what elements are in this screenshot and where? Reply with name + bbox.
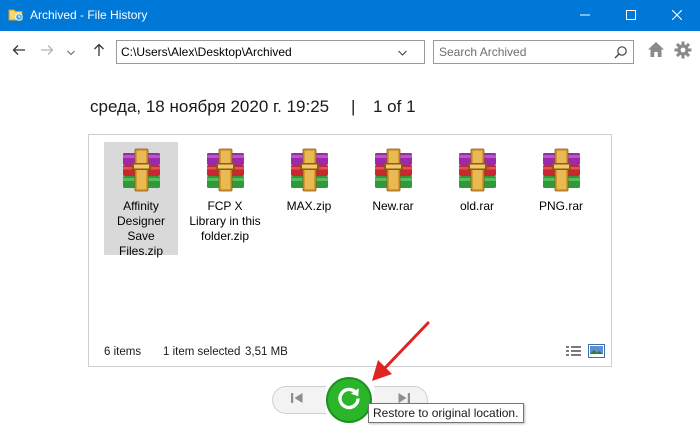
file-name: New.rar <box>372 199 414 213</box>
home-button[interactable] <box>645 41 667 63</box>
maximize-icon <box>626 7 636 25</box>
file-name: old.rar <box>459 199 494 213</box>
file-item[interactable]: old.rar <box>440 142 514 255</box>
forward-button[interactable] <box>34 40 60 64</box>
address-path[interactable]: C:\Users\Alex\Desktop\Archived <box>121 45 292 60</box>
search-box[interactable] <box>433 40 634 64</box>
winrar-archive-icon <box>119 148 164 192</box>
header-separator: | <box>351 97 356 116</box>
arrow-right-icon <box>40 43 54 61</box>
maximize-button[interactable] <box>608 0 654 31</box>
file-item[interactable]: FCP X Library in this folder.zip <box>188 142 262 255</box>
item-count: 6 items <box>104 346 142 358</box>
file-history-icon <box>8 7 24 23</box>
up-button[interactable] <box>86 40 112 64</box>
large-icons-view-icon[interactable] <box>588 344 605 358</box>
restore-icon <box>334 383 364 418</box>
gear-icon <box>674 41 692 64</box>
search-input[interactable] <box>439 44 609 60</box>
address-dropdown-button[interactable] <box>394 41 410 63</box>
file-name: Affinity Designer Save Files.zip <box>116 199 166 258</box>
recent-locations-button[interactable] <box>60 40 82 64</box>
close-button[interactable] <box>654 0 700 31</box>
winrar-archive-icon <box>371 148 416 192</box>
file-name: PNG.rar <box>538 199 583 213</box>
file-item[interactable]: MAX.zip <box>272 142 346 255</box>
minimize-button[interactable] <box>562 0 608 31</box>
selection-count: 1 item selected <box>163 346 241 358</box>
file-list-pane[interactable]: Affinity Designer Save Files.zip FCP X L… <box>88 134 612 367</box>
winrar-archive-icon <box>455 148 500 192</box>
file-item[interactable]: Affinity Designer Save Files.zip <box>104 142 178 258</box>
winrar-archive-icon <box>203 148 248 192</box>
restore-button[interactable] <box>326 377 372 423</box>
address-bar[interactable]: C:\Users\Alex\Desktop\Archived <box>116 40 523 64</box>
window-title: Archived - File History <box>30 8 148 22</box>
close-icon <box>671 7 683 25</box>
chevron-down-icon <box>67 43 75 61</box>
arrow-left-icon <box>12 43 26 61</box>
backup-date: среда, 18 ноября 2020 г. 19:25 <box>90 97 330 116</box>
winrar-archive-icon <box>287 148 332 192</box>
selection-size: 3,51 MB <box>245 346 288 358</box>
minimize-icon <box>580 7 590 25</box>
search-icon[interactable] <box>614 45 628 64</box>
skip-previous-icon <box>290 391 304 409</box>
title-bar: Archived - File History <box>0 0 700 31</box>
details-view-icon[interactable] <box>565 344 582 358</box>
chevron-down-icon <box>397 43 407 61</box>
home-icon <box>647 41 665 63</box>
arrow-up-icon <box>93 43 105 62</box>
restore-tooltip: Restore to original location. <box>368 403 524 423</box>
file-item[interactable]: PNG.rar <box>524 142 598 255</box>
previous-version-button[interactable] <box>272 386 326 414</box>
file-item[interactable]: New.rar <box>356 142 430 255</box>
back-button[interactable] <box>6 40 32 64</box>
file-name: FCP X Library in this folder.zip <box>189 199 261 243</box>
version-counter: 1 of 1 <box>373 97 416 116</box>
file-name: MAX.zip <box>286 199 332 213</box>
settings-button[interactable] <box>672 41 694 63</box>
winrar-archive-icon <box>539 148 584 192</box>
